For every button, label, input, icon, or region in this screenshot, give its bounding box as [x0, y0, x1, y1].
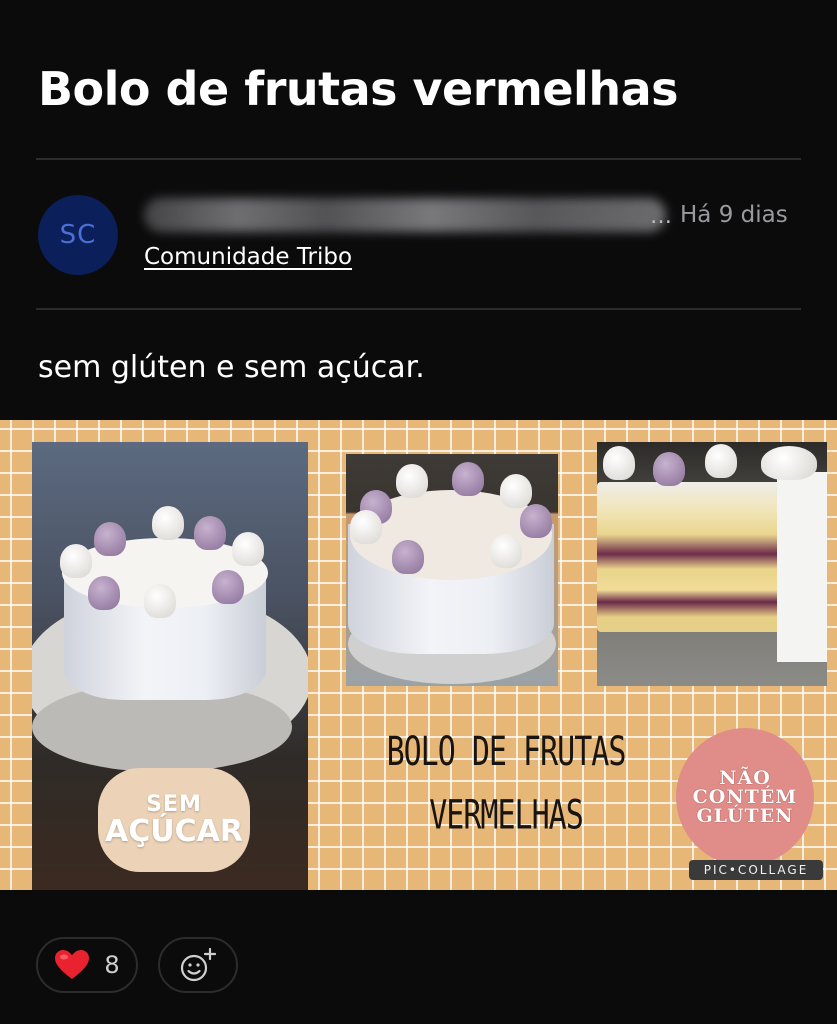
add-emoji-icon [180, 947, 217, 982]
collage-title-line: BOLO DE FRUTAS [386, 728, 627, 776]
divider [36, 308, 801, 310]
badge-text: AÇÚCAR [105, 813, 243, 849]
community-link[interactable]: Comunidade Tribo [144, 244, 352, 270]
post-title: Bolo de frutas vermelhas [38, 62, 679, 116]
cake-photo-3 [597, 442, 827, 686]
piccollage-watermark: PIC•COLLAGE [689, 860, 823, 880]
post-image[interactable]: SEM AÇÚCAR BOLO DE FRUTAS VERMELHAS NÃO … [0, 420, 837, 890]
author-name-ellipsis: … [650, 204, 673, 229]
collage-title: BOLO DE FRUTAS VERMELHAS [346, 722, 666, 848]
author-avatar[interactable]: SC [38, 195, 118, 275]
author-name-redacted[interactable] [144, 198, 666, 232]
divider [36, 158, 801, 160]
gluten-free-badge: NÃO CONTÉM GLÚTEN [676, 728, 814, 866]
badge-text: NÃO [719, 766, 771, 789]
heart-icon [55, 950, 90, 979]
like-reaction-button[interactable]: 8 [36, 937, 138, 993]
no-sugar-badge: SEM AÇÚCAR [98, 768, 250, 872]
badge-text: CONTÉM [692, 785, 798, 808]
add-reaction-button[interactable] [158, 937, 238, 993]
badge-text: GLÚTEN [696, 804, 794, 827]
avatar-initials: SC [59, 220, 97, 250]
collage-title-line: VERMELHAS [429, 791, 584, 839]
post-body: sem glúten e sem açúcar. [38, 350, 425, 385]
badge-text: SEM [146, 791, 202, 817]
post-timestamp: Há 9 dias [680, 202, 788, 228]
cake-photo-2 [346, 454, 558, 686]
like-count: 8 [104, 951, 120, 979]
